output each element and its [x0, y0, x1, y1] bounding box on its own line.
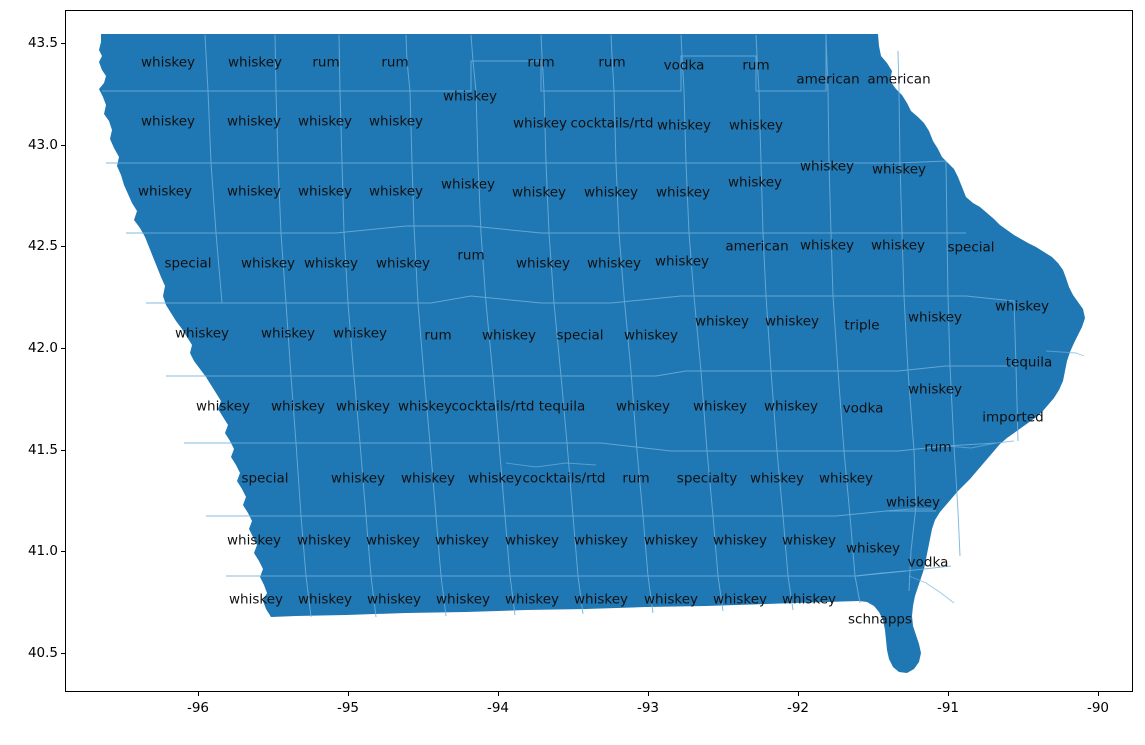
x-tick-mark [648, 692, 649, 696]
x-tick-label: -91 [936, 700, 960, 716]
x-tick-label: -96 [186, 700, 210, 716]
x-tick-label: -92 [786, 700, 810, 716]
choropleth-map [66, 11, 1132, 691]
y-tick-label: 40.5 [27, 645, 58, 661]
x-tick-label: -90 [1086, 700, 1110, 716]
x-tick-mark [348, 692, 349, 696]
x-tick-mark [1098, 692, 1099, 696]
iowa-map-render [99, 34, 1085, 673]
matplotlib-figure: 43.5 43.0 42.5 42.0 41.5 41.0 40.5 -96 -… [0, 0, 1145, 745]
x-tick-mark [948, 692, 949, 696]
y-tick-label: 43.5 [27, 35, 58, 51]
y-tick-label: 43.0 [27, 137, 58, 153]
x-tick-label: -95 [336, 700, 360, 716]
x-tick-mark [498, 692, 499, 696]
y-tick-label: 42.5 [27, 238, 58, 254]
plot-area [65, 10, 1133, 692]
x-tick-mark [798, 692, 799, 696]
x-tick-label: -94 [486, 700, 510, 716]
x-tick-mark [198, 692, 199, 696]
x-tick-label: -93 [636, 700, 660, 716]
y-tick-label: 41.0 [27, 543, 58, 559]
y-tick-label: 42.0 [27, 340, 58, 356]
y-tick-label: 41.5 [27, 442, 58, 458]
iowa-fill [99, 34, 1085, 673]
